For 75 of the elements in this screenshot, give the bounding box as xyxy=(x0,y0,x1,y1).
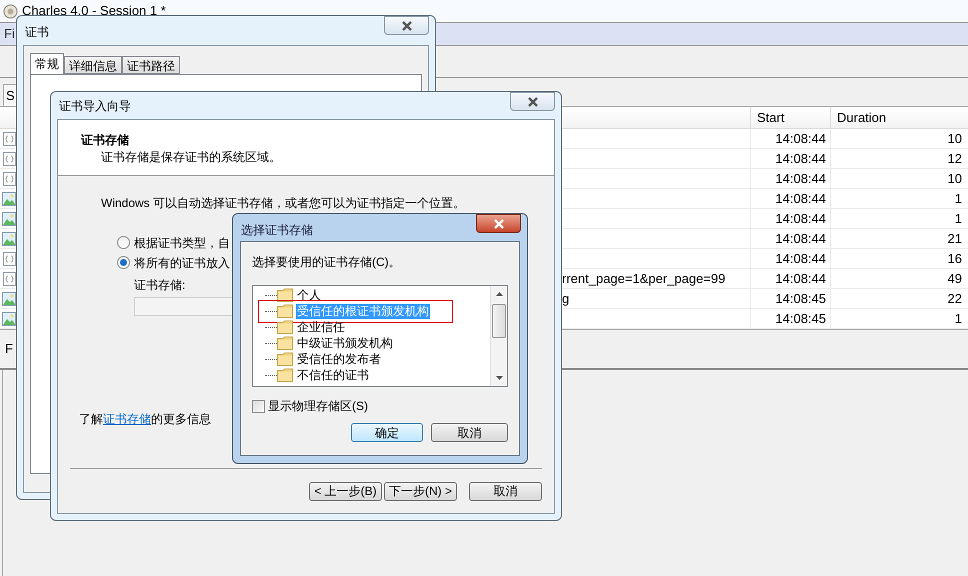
prompt-text: 选择要使用的证书存储(C)。 xyxy=(252,254,402,271)
table-cell: 10 xyxy=(830,129,964,148)
table-cell: 12 xyxy=(830,149,964,168)
close-button[interactable] xyxy=(510,92,555,111)
radio-button[interactable] xyxy=(117,256,130,269)
table-cell: g xyxy=(562,291,570,306)
table-cell: 1 xyxy=(830,189,964,208)
checkbox-label: 显示物理存储区(S) xyxy=(268,398,368,415)
column-header[interactable]: Duration xyxy=(830,107,964,129)
app-icon xyxy=(3,4,18,18)
dialog-button[interactable]: 下一步(N) > xyxy=(384,482,457,500)
close-button[interactable] xyxy=(476,214,521,233)
window-title: Charles 4.0 - Session 1 * xyxy=(22,2,166,20)
scroll-down-icon xyxy=(496,376,502,380)
table-cell: 1 xyxy=(830,209,964,228)
info-link[interactable]: 证书存储 xyxy=(103,412,151,426)
section-heading: 证书存储 xyxy=(81,132,130,149)
table-cell: 49 xyxy=(830,269,964,288)
document-icon xyxy=(2,132,16,146)
section-subtitle: 证书存储是保存证书的系统区域。 xyxy=(100,149,282,166)
window-title: 选择证书存储 xyxy=(241,222,313,239)
close-button[interactable] xyxy=(384,16,429,35)
table-cell: 14:08:44 xyxy=(750,129,830,148)
window-title: 证书 xyxy=(25,24,49,41)
folder-icon xyxy=(277,304,293,318)
radio-label: 根据证书类型，自 xyxy=(134,234,230,252)
document-icon xyxy=(2,272,16,286)
tab[interactable]: 常规 xyxy=(30,53,64,74)
table-cell: 10 xyxy=(830,169,964,188)
tree-item[interactable]: 企业信任 xyxy=(296,320,346,334)
scrollbar[interactable] xyxy=(490,286,507,386)
document-icon xyxy=(2,252,16,266)
tree-item[interactable]: 中级证书颁发机构 xyxy=(296,336,394,350)
scroll-up-icon xyxy=(496,292,502,296)
table-cell: 21 xyxy=(830,229,964,248)
close-icon xyxy=(492,218,504,228)
tree-item[interactable]: 个人 xyxy=(296,288,322,302)
window-title: 证书导入向导 xyxy=(59,98,131,115)
tree-item[interactable]: 不信任的证书 xyxy=(296,368,370,382)
table-cell: 14:08:44 xyxy=(750,169,830,188)
radio-button[interactable] xyxy=(117,236,130,249)
document-icon xyxy=(2,172,16,186)
scroll-thumb[interactable] xyxy=(492,304,506,338)
dialog-button[interactable]: 取消 xyxy=(431,423,508,442)
close-icon xyxy=(526,96,538,106)
folder-icon xyxy=(277,288,293,302)
dialog-button[interactable]: 取消 xyxy=(469,482,542,500)
filter-label: F xyxy=(5,340,13,358)
dialog-button[interactable]: < 上一步(B) xyxy=(309,482,382,500)
menu-item[interactable]: Fi xyxy=(4,24,15,44)
table-cell: 14:08:44 xyxy=(750,209,830,228)
document-icon xyxy=(2,152,16,166)
table-cell: 14:08:44 xyxy=(750,229,830,248)
field-label: 证书存储: xyxy=(133,277,186,294)
table-cell: 14:08:44 xyxy=(750,149,830,168)
radio-label: 将所有的证书放入 xyxy=(134,254,230,272)
close-icon xyxy=(400,20,412,30)
tab[interactable]: 证书路径 xyxy=(122,56,180,74)
folder-icon xyxy=(277,336,293,350)
description-text: Windows 可以自动选择证书存储，或者您可以为证书指定一个位置。 xyxy=(101,195,466,212)
dialog-button[interactable]: 确定 xyxy=(351,423,423,442)
folder-icon xyxy=(277,368,293,382)
folder-icon xyxy=(277,352,293,366)
checkbox[interactable] xyxy=(252,400,265,412)
tab[interactable]: 详细信息 xyxy=(64,56,122,74)
table-cell: 14:08:44 xyxy=(750,189,830,208)
column-header[interactable]: Start xyxy=(750,107,830,129)
table-cell: 14:08:45 xyxy=(750,289,830,308)
table-cell: 14:08:44 xyxy=(750,269,830,288)
table-cell: rrent_page=1&per_page=99 xyxy=(562,271,726,286)
table-cell: 22 xyxy=(830,289,964,308)
table-cell: 16 xyxy=(830,249,964,268)
folder-icon xyxy=(277,320,293,334)
table-cell: 14:08:44 xyxy=(750,249,830,268)
tree-item[interactable]: 受信任的发布者 xyxy=(296,352,382,366)
